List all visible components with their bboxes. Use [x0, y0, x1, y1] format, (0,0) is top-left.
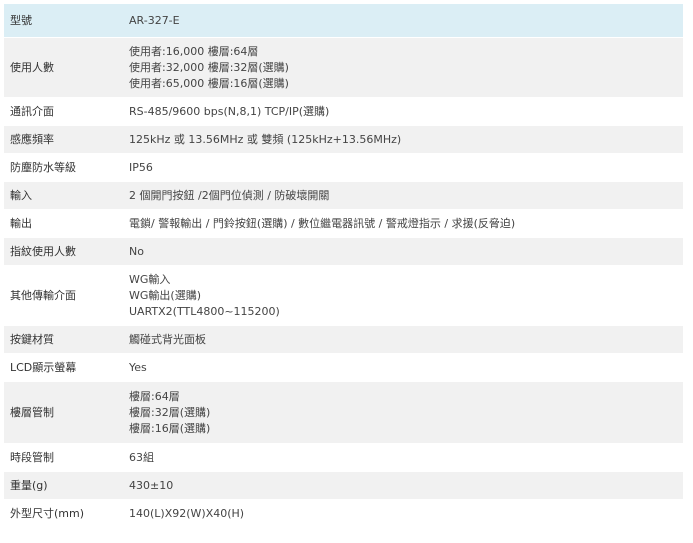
spec-value-line: Yes [129, 360, 147, 374]
spec-row-input: 輸入 2 個開門按鈕 /2個門位偵測 / 防破壞開關 [4, 181, 683, 210]
spec-table: 型號 AR-327-E 使用人數 使用者:16,000 樓層:64層 使用者:3… [4, 4, 683, 528]
spec-value-line: 使用者:16,000 樓層:64層 [129, 44, 259, 58]
spec-value-line: 使用者:32,000 樓層:32層(選購) [129, 60, 289, 74]
spec-value: 樓層:64層 樓層:32層(選購) 樓層:16層(選購) [129, 381, 683, 444]
spec-row-floor-control: 樓層管制 樓層:64層 樓層:32層(選購) 樓層:16層(選購) [4, 381, 683, 444]
spec-value: 140(L)X92(W)X40(H) [129, 499, 683, 528]
spec-label: 按鍵材質 [4, 325, 129, 354]
spec-value: 電鎖/ 警報輸出 / 門鈴按鈕(選購) / 數位繼電器訊號 / 警戒燈指示 / … [129, 209, 683, 238]
spec-row-keypad: 按鍵材質 觸碰式背光面板 [4, 325, 683, 354]
spec-label: 型號 [4, 4, 129, 38]
spec-value-line: 140(L)X92(W)X40(H) [129, 506, 245, 520]
spec-value: 63組 [129, 443, 683, 472]
spec-label: 時段管制 [4, 443, 129, 472]
spec-label: 指紋使用人數 [4, 237, 129, 266]
spec-value: IP56 [129, 153, 683, 182]
spec-value-line: AR-327-E [129, 13, 180, 27]
spec-row-ip-rating: 防塵防水等級 IP56 [4, 153, 683, 182]
spec-value-line: 觸碰式背光面板 [129, 332, 206, 346]
spec-label: 其他傳輸介面 [4, 265, 129, 326]
spec-value: RS-485/9600 bps(N,8,1) TCP/IP(選購) [129, 97, 683, 126]
spec-value: WG輸入 WG輸出(選購) UARTX2(TTL4800~115200) [129, 265, 683, 326]
spec-row-comm: 通訊介面 RS-485/9600 bps(N,8,1) TCP/IP(選購) [4, 97, 683, 126]
spec-value: 2 個開門按鈕 /2個門位偵測 / 防破壞開關 [129, 181, 683, 210]
spec-value: 125kHz 或 13.56MHz 或 雙頻 (125kHz+13.56MHz) [129, 125, 683, 154]
spec-row-frequency: 感應頻率 125kHz 或 13.56MHz 或 雙頻 (125kHz+13.5… [4, 125, 683, 154]
spec-value-line: 125kHz 或 13.56MHz 或 雙頻 (125kHz+13.56MHz) [129, 132, 402, 146]
spec-label: 通訊介面 [4, 97, 129, 126]
spec-value-line: 使用者:65,000 樓層:16層(選購) [129, 76, 289, 90]
spec-label: 使用人數 [4, 37, 129, 98]
spec-value-line: 63組 [129, 450, 154, 464]
spec-label: 輸出 [4, 209, 129, 238]
spec-value: 使用者:16,000 樓層:64層 使用者:32,000 樓層:32層(選購) … [129, 37, 683, 98]
spec-row-model: 型號 AR-327-E [4, 4, 683, 38]
spec-value-line: 樓層:64層 [129, 389, 180, 403]
spec-row-weight: 重量(g) 430±10 [4, 471, 683, 500]
spec-value-line: RS-485/9600 bps(N,8,1) TCP/IP(選購) [129, 104, 330, 118]
spec-value: Yes [129, 353, 683, 382]
spec-value-line: 電鎖/ 警報輸出 / 門鈴按鈕(選購) / 數位繼電器訊號 / 警戒燈指示 / … [129, 216, 516, 230]
spec-value-line: 樓層:32層(選購) [129, 405, 211, 419]
spec-label: 樓層管制 [4, 381, 129, 444]
spec-row-output: 輸出 電鎖/ 警報輸出 / 門鈴按鈕(選購) / 數位繼電器訊號 / 警戒燈指示… [4, 209, 683, 238]
spec-value-line: 430±10 [129, 478, 174, 492]
spec-row-other-interfaces: 其他傳輸介面 WG輸入 WG輸出(選購) UARTX2(TTL4800~1152… [4, 265, 683, 326]
spec-label: 感應頻率 [4, 125, 129, 154]
spec-row-users: 使用人數 使用者:16,000 樓層:64層 使用者:32,000 樓層:32層… [4, 37, 683, 98]
spec-value-line: IP56 [129, 160, 153, 174]
spec-row-fingerprint-users: 指紋使用人數 No [4, 237, 683, 266]
spec-value-line: No [129, 244, 144, 258]
spec-row-dimensions: 外型尺寸(mm) 140(L)X92(W)X40(H) [4, 499, 683, 528]
spec-label: 防塵防水等級 [4, 153, 129, 182]
spec-label: LCD顯示螢幕 [4, 353, 129, 382]
spec-value: AR-327-E [129, 4, 683, 38]
spec-value: 觸碰式背光面板 [129, 325, 683, 354]
spec-row-time-control: 時段管制 63組 [4, 443, 683, 472]
spec-value-line: UARTX2(TTL4800~115200) [129, 304, 280, 318]
spec-value-line: WG輸入 [129, 272, 171, 286]
spec-value-line: 2 個開門按鈕 /2個門位偵測 / 防破壞開關 [129, 188, 330, 202]
spec-label: 重量(g) [4, 471, 129, 500]
spec-value-line: WG輸出(選購) [129, 288, 201, 302]
spec-value: No [129, 237, 683, 266]
spec-label: 輸入 [4, 181, 129, 210]
spec-row-lcd: LCD顯示螢幕 Yes [4, 353, 683, 382]
spec-value: 430±10 [129, 471, 683, 500]
spec-value-line: 樓層:16層(選購) [129, 421, 211, 435]
spec-label: 外型尺寸(mm) [4, 499, 129, 528]
